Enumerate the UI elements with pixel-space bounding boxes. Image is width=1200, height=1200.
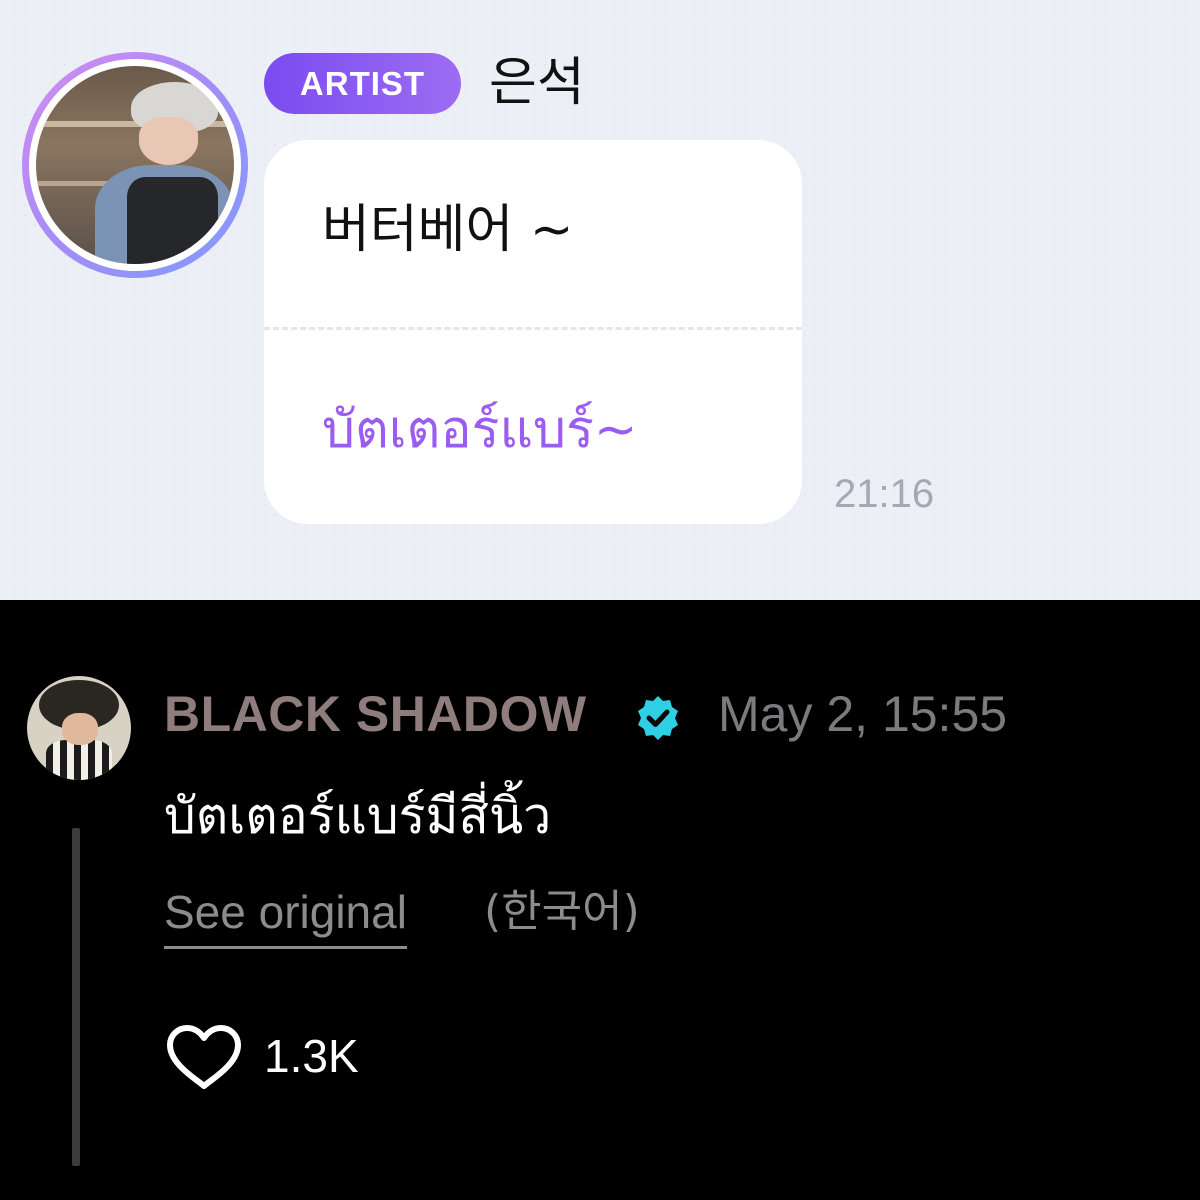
- artist-avatar-photo: [36, 66, 234, 264]
- translation-divider: [264, 327, 802, 330]
- message-bubble[interactable]: 버터베어 ~ บัตเตอร์แบร์~: [264, 140, 802, 524]
- comment-timestamp: May 2, 15:55: [718, 686, 1008, 742]
- commenter-avatar[interactable]: [27, 676, 131, 780]
- heart-outline-icon[interactable]: [166, 1024, 242, 1090]
- message-translated-text: บัตเตอร์แบร์~: [322, 400, 638, 460]
- verified-badge-icon: [638, 696, 678, 740]
- comment-author-name[interactable]: BLACK SHADOW: [164, 682, 587, 746]
- comment-text: บัตเตอร์แบร์มีสี่นิ้ว: [164, 787, 552, 845]
- artist-avatar[interactable]: [22, 52, 248, 278]
- see-original-link[interactable]: See original: [164, 880, 407, 949]
- message-original-text: 버터베어 ~: [322, 200, 574, 260]
- original-language-label: (한국어): [484, 886, 640, 937]
- sender-name: 은석: [489, 53, 585, 113]
- chat-message-panel: ARTIST 은석 버터베어 ~ บัตเตอร์แบร์~ 21:16: [0, 0, 1200, 600]
- comment-panel: BLACK SHADOW May 2, 15:55 บัตเตอร์แบร์มี…: [0, 600, 1200, 1200]
- artist-badge: ARTIST: [264, 53, 461, 114]
- like-count: 1.3K: [264, 1030, 359, 1082]
- thread-line: [72, 828, 80, 1166]
- message-time: 21:16: [834, 472, 935, 516]
